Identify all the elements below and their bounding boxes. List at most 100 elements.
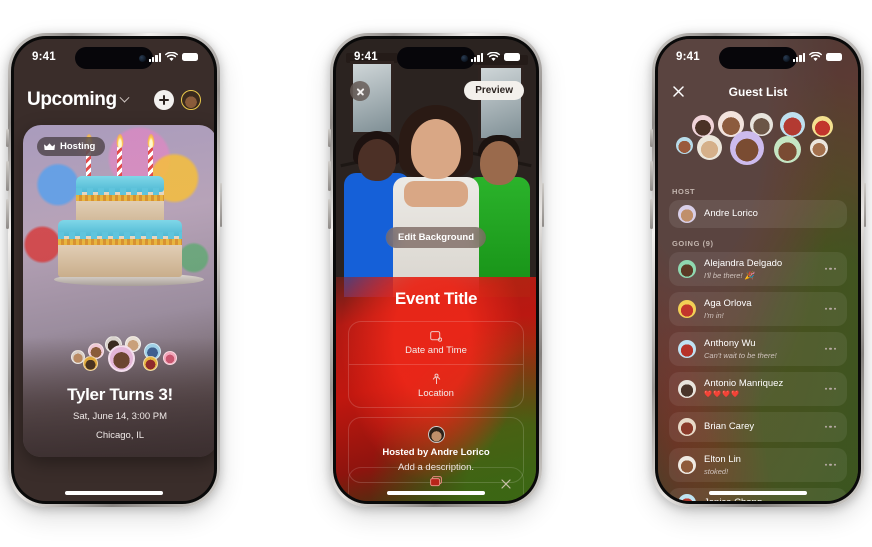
volume-up-button[interactable] [328, 161, 331, 191]
volume-up-button[interactable] [6, 161, 9, 191]
chevron-down-icon [119, 92, 130, 103]
guest-name: Elton Lin [704, 453, 741, 465]
close-icon [356, 87, 365, 96]
mute-button[interactable] [650, 129, 653, 147]
front-camera-icon [139, 54, 146, 62]
guest-status: I'll be there! 🎉 [704, 270, 754, 280]
guest-name: Brian Carey [704, 421, 755, 433]
edit-background-button[interactable]: Edit Background [385, 227, 487, 248]
mute-button[interactable] [6, 129, 9, 147]
power-button[interactable] [541, 183, 544, 227]
mute-button[interactable] [328, 129, 331, 147]
account-avatar[interactable] [181, 90, 201, 110]
screenshot-stage: 9:41 Upcoming Hosting Tyler Turns 3! Sat… [0, 0, 872, 547]
location-field[interactable]: Location [349, 364, 523, 407]
event-card[interactable]: Hosting Tyler Turns 3! Sat, June 14, 3:0… [23, 125, 214, 457]
list-item[interactable]: Antonio Manriquez ❤️❤️❤️❤️ [669, 372, 847, 406]
dynamic-island [719, 47, 797, 69]
guest-name: Anthony Wu [704, 337, 756, 349]
avatar [678, 456, 696, 474]
dynamic-island [75, 47, 153, 69]
date-time-field[interactable]: Date and Time [349, 322, 523, 364]
guest-name: Alejandra Delgado [704, 257, 783, 269]
more-dots-icon[interactable] [824, 463, 836, 467]
list-item[interactable]: Anthony Wu Can't wait to be there! [669, 332, 847, 366]
page-title: Upcoming [27, 89, 117, 110]
volume-down-button[interactable] [328, 199, 331, 229]
date-time-label: Date and Time [405, 345, 467, 356]
birthday-cake-illustration [54, 147, 204, 286]
close-button[interactable] [673, 84, 684, 102]
avatar [678, 380, 696, 398]
avatar [678, 494, 696, 501]
guest-status: I'm in! [704, 310, 724, 320]
hosted-by-label: Hosted by Andre Lorico [382, 447, 490, 458]
event-datetime: Sat, June 14, 3:00 PM [72, 411, 167, 423]
event-location: Chicago, IL [95, 430, 145, 442]
phone3-screen: 9:41 Guest List HOST Andre Lorico GOING … [658, 39, 858, 501]
avatar [678, 260, 696, 278]
hosting-badge-label: Hosting [60, 141, 96, 152]
section-label-host: HOST [672, 187, 696, 196]
hosting-badge: Hosting [37, 137, 106, 156]
phone1-header-actions [154, 90, 201, 110]
guest-name: Aga Orlova [704, 297, 752, 309]
power-button[interactable] [219, 183, 222, 227]
volume-down-button[interactable] [650, 199, 653, 229]
host-name: Andre Lorico [704, 208, 758, 220]
page-title: Guest List [728, 85, 788, 99]
photo-stack-icon[interactable] [429, 474, 443, 492]
close-button[interactable] [350, 81, 370, 101]
home-indicator [709, 491, 807, 495]
guest-avatar-cluster[interactable] [670, 111, 846, 173]
preview-button[interactable]: Preview [464, 81, 524, 100]
list-item[interactable]: Elton Lin stoked! [669, 448, 847, 482]
guest-name: Jenica Chong [704, 497, 762, 501]
volume-down-button[interactable] [6, 199, 9, 229]
phone-device-event-editor: 9:41 Preview Edit Background Event Title [328, 33, 544, 507]
home-indicator [387, 491, 485, 495]
phone-device-upcoming: 9:41 Upcoming Hosting Tyler Turns 3! Sat… [6, 33, 222, 507]
phone-device-guest-list: 9:41 Guest List HOST Andre Lorico GOING … [650, 33, 866, 507]
add-event-button[interactable] [154, 90, 174, 110]
phone2-screen: 9:41 Preview Edit Background Event Title [336, 39, 536, 501]
plus-icon [159, 95, 169, 105]
list-item[interactable]: Aga Orlova I'm in! [669, 292, 847, 326]
event-card-info: Tyler Turns 3! Sat, June 14, 3:00 PM Chi… [23, 385, 214, 443]
front-camera-icon [783, 54, 790, 62]
volume-up-button[interactable] [650, 161, 653, 191]
more-dots-icon[interactable] [824, 307, 836, 311]
attendee-avatar-cluster[interactable] [59, 331, 181, 373]
event-background-photo[interactable] [336, 39, 536, 297]
event-fields-group: Date and Time Location [348, 321, 524, 408]
guest-status: Can't wait to be there! [704, 350, 777, 360]
dismiss-toolbar-button[interactable] [501, 476, 511, 494]
guest-name: Antonio Manriquez [704, 378, 784, 390]
host-avatar [678, 205, 696, 223]
list-item[interactable]: Brian Carey [669, 412, 847, 442]
more-dots-icon[interactable] [824, 387, 836, 391]
avatar [678, 300, 696, 318]
more-dots-icon[interactable] [824, 267, 836, 271]
avatar [678, 418, 696, 436]
guest-list-header: Guest List [658, 81, 858, 103]
guest-list: Alejandra Delgado I'll be there! 🎉 Aga O… [669, 252, 847, 501]
calendar-icon [349, 329, 523, 342]
home-indicator [65, 491, 163, 495]
power-button[interactable] [863, 183, 866, 227]
host-avatar [427, 426, 445, 443]
host-row[interactable]: Andre Lorico [669, 200, 847, 228]
more-dots-icon[interactable] [824, 347, 836, 351]
more-dots-icon[interactable] [824, 425, 836, 429]
location-pin-icon [349, 372, 523, 385]
front-camera-icon [461, 54, 468, 62]
avatar [678, 340, 696, 358]
event-details-sheet: Event Title Date and Time Location Hoste… [336, 277, 536, 501]
section-label-going: GOING (9) [672, 239, 714, 248]
window-right [478, 65, 524, 141]
upcoming-dropdown[interactable]: Upcoming [27, 89, 130, 111]
event-title: Tyler Turns 3! [67, 385, 173, 405]
phone1-header: Upcoming [14, 83, 214, 117]
event-title-field[interactable]: Event Title [336, 277, 536, 309]
list-item[interactable]: Alejandra Delgado I'll be there! 🎉 [669, 252, 847, 286]
